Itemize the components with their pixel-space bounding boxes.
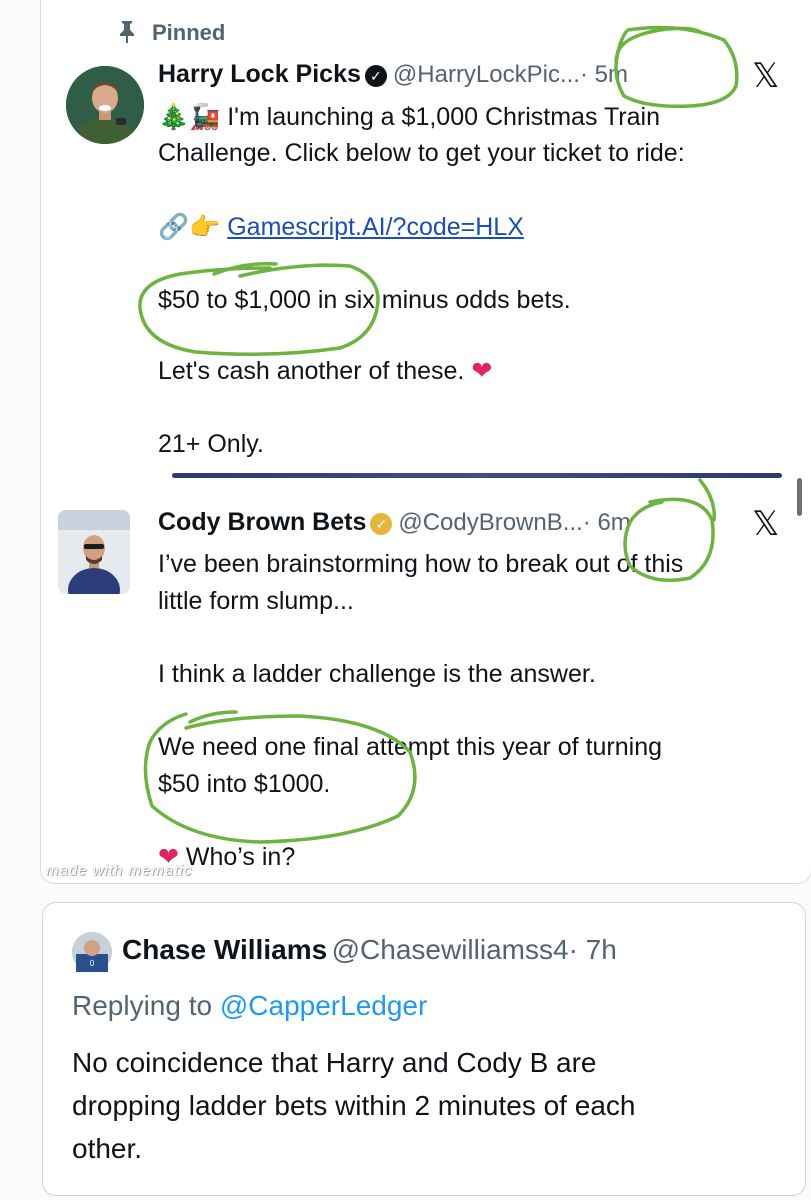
tweet1-line1: 🎄🚂 I'm launching a $1,000 Christmas Trai… [158, 98, 660, 136]
mematic-watermark: made with mematic [46, 862, 193, 879]
reply-author-handle[interactable]: @Chasewilliamss4 [332, 934, 569, 965]
tree-train-emoji-icon: 🎄🚂 [158, 102, 221, 131]
mention-link[interactable]: @CapperLedger [220, 990, 427, 1021]
heart-emoji-icon: ❤ [471, 356, 493, 385]
pinned-label: Pinned [152, 20, 226, 45]
tweet-time[interactable]: · 6m [583, 509, 631, 536]
avatar-harry[interactable] [66, 66, 144, 144]
svg-text:0: 0 [90, 959, 95, 968]
tweet-time[interactable]: · 5m [580, 61, 628, 88]
replying-to-row: Replying to @CapperLedger [72, 990, 427, 1022]
tweet2-text-line2: little form slump... [158, 587, 354, 615]
x-logo-icon: 𝕏 [752, 56, 780, 96]
author-name[interactable]: Cody Brown Bets [158, 508, 366, 536]
tweet1-header: Harry Lock Picks ✓ @HarryLockPic...· 5m [158, 60, 628, 89]
verified-badge-icon: ✓ [364, 65, 387, 87]
reply-time[interactable]: · 7h [569, 934, 617, 965]
reply-text-line2: dropping ladder bets within 2 minutes of… [72, 1090, 636, 1121]
tweet2-text-line1: I’ve been brainstorming how to break out… [158, 550, 684, 578]
link-pointer-emoji-icon: 🔗👉 [158, 212, 221, 241]
avatar-chase[interactable]: 0 [72, 932, 112, 972]
x-logo-icon: 𝕏 [752, 504, 780, 544]
scrollbar-thumb[interactable] [797, 478, 802, 516]
replying-to-prefix: Replying to [72, 990, 213, 1021]
tweet2-text-line6: Who’s in? [185, 843, 296, 871]
tweet1-link-row: 🔗👉 Gamescript.AI/?code=HLX [158, 208, 524, 246]
gamescript-link[interactable]: Gamescript.AI/?code=HLX [227, 213, 524, 241]
tweet2-text-line3: I think a ladder challenge is the answer… [158, 660, 596, 688]
tweet2-text-line5: $50 into $1000. [158, 770, 331, 798]
author-handle[interactable]: @HarryLockPic... [393, 61, 580, 88]
verified-badge-icon: ✓ [370, 513, 393, 535]
reply-header: Chase Williams @Chasewilliamss4· 7h [122, 934, 617, 966]
author-name[interactable]: Harry Lock Picks [158, 60, 361, 88]
reply-author-name[interactable]: Chase Williams [122, 934, 327, 965]
tweet1-line4-row: Let's cash another of these. ❤ [158, 352, 492, 390]
tweet1-text-line3: $50 to $1,000 in six minus odds bets. [158, 286, 571, 314]
author-handle[interactable]: @CodyBrownB... [398, 509, 582, 536]
tweet1-text-line2: Challenge. Click below to get your ticke… [158, 139, 685, 167]
reply-text-line3: other. [72, 1133, 143, 1164]
tweet1-text-line1: I'm launching a $1,000 Christmas Train [227, 103, 660, 131]
tweet1-text-line5: 21+ Only. [158, 430, 264, 458]
tweet2-header: Cody Brown Bets ✓ @CodyBrownB...· 6m [158, 508, 631, 537]
tweet2-text-line4: We need one final attempt this year of t… [158, 733, 663, 761]
pinned-row: Pinned [120, 20, 225, 46]
pin-icon [120, 21, 134, 43]
reply-text-line1: No coincidence that Harry and Cody B are [72, 1047, 597, 1078]
media-preview-edge [172, 473, 782, 478]
tweet1-text-line4: Let's cash another of these. [158, 357, 465, 385]
avatar-cody[interactable] [58, 510, 130, 594]
